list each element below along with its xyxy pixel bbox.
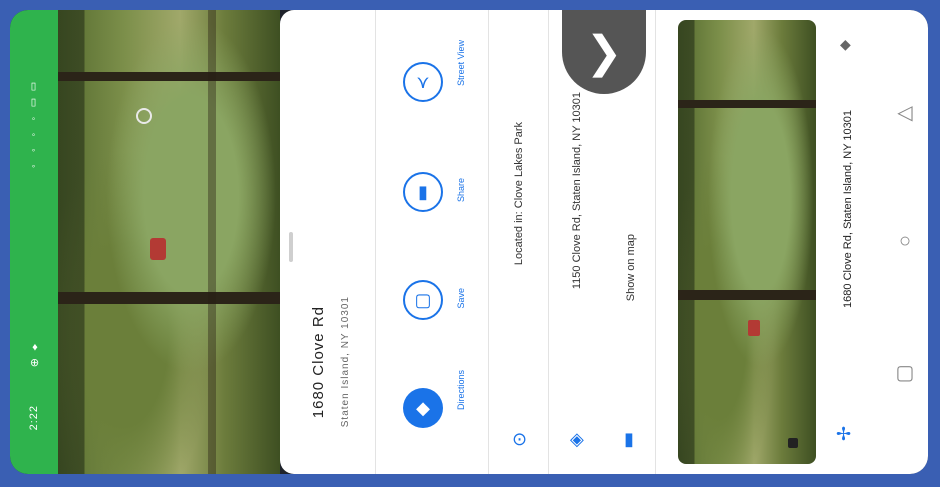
- status-time: 2:22: [28, 405, 40, 431]
- photo-red-sign: [150, 238, 166, 260]
- phone-frame: 2:22 ⊕ ♦ ◦ ◦ ◦ ◦ ▯ ▯: [10, 10, 928, 474]
- photo-tree-trunk: [58, 72, 280, 81]
- search-icon[interactable]: [136, 108, 152, 124]
- status-bar: 2:22 ⊕ ♦ ◦ ◦ ◦ ◦ ▯ ▯: [10, 10, 58, 474]
- status-icons: ⊕ ♦: [29, 340, 41, 368]
- place-sheet: [280, 10, 928, 474]
- photo-tree-shadow: [208, 10, 216, 474]
- status-right-icons: ◦ ◦ ◦ ◦ ▯ ▯: [28, 80, 39, 171]
- street-photo[interactable]: [58, 10, 280, 474]
- photo-tree-trunk: [58, 292, 280, 304]
